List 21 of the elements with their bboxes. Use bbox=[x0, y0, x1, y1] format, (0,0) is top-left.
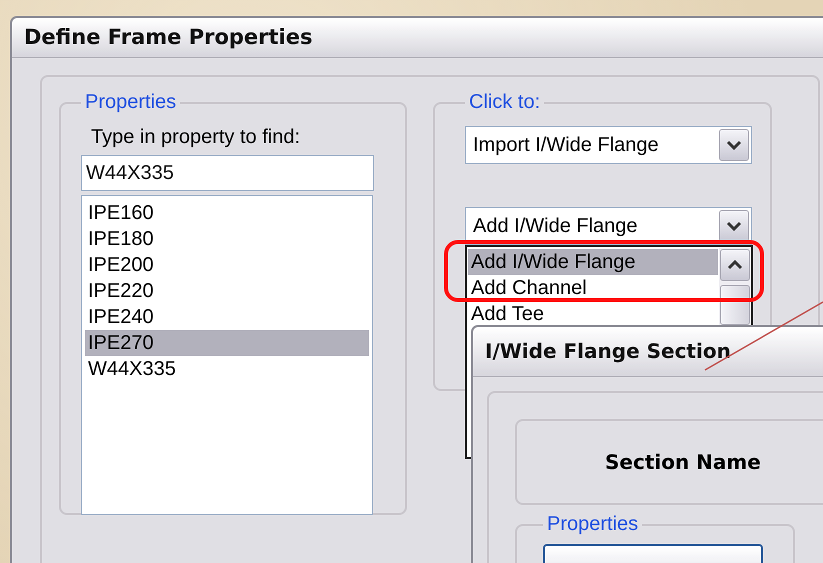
section-name-label: Section Name bbox=[605, 450, 761, 474]
list-item[interactable]: IPE240 bbox=[85, 304, 369, 330]
window-title: Define Frame Properties bbox=[12, 18, 823, 58]
window-title: I/Wide Flange Section bbox=[473, 327, 823, 377]
dropdown-option[interactable]: Add Channel bbox=[468, 275, 718, 301]
list-item[interactable]: IPE160 bbox=[85, 200, 369, 226]
scroll-up-icon[interactable] bbox=[720, 249, 750, 281]
list-item[interactable]: W44X335 bbox=[85, 356, 369, 382]
group-label: Click to: bbox=[468, 91, 542, 114]
scroll-thumb[interactable] bbox=[720, 285, 750, 325]
group-label: Properties bbox=[546, 513, 640, 536]
dropdown-option[interactable]: Add Tee bbox=[468, 301, 718, 327]
list-item[interactable]: IPE270 bbox=[85, 330, 369, 356]
list-item[interactable]: IPE200 bbox=[85, 252, 369, 278]
group-label: Properties bbox=[84, 91, 178, 114]
list-item[interactable]: IPE220 bbox=[85, 278, 369, 304]
search-field[interactable]: W44X335 bbox=[81, 155, 374, 191]
list-item[interactable]: IPE180 bbox=[85, 226, 369, 252]
search-label: Type in property to find: bbox=[91, 126, 302, 149]
import-dropdown[interactable]: Import I/Wide Flange bbox=[465, 126, 752, 164]
dropdown-option[interactable]: Add I/Wide Flange bbox=[468, 249, 718, 275]
